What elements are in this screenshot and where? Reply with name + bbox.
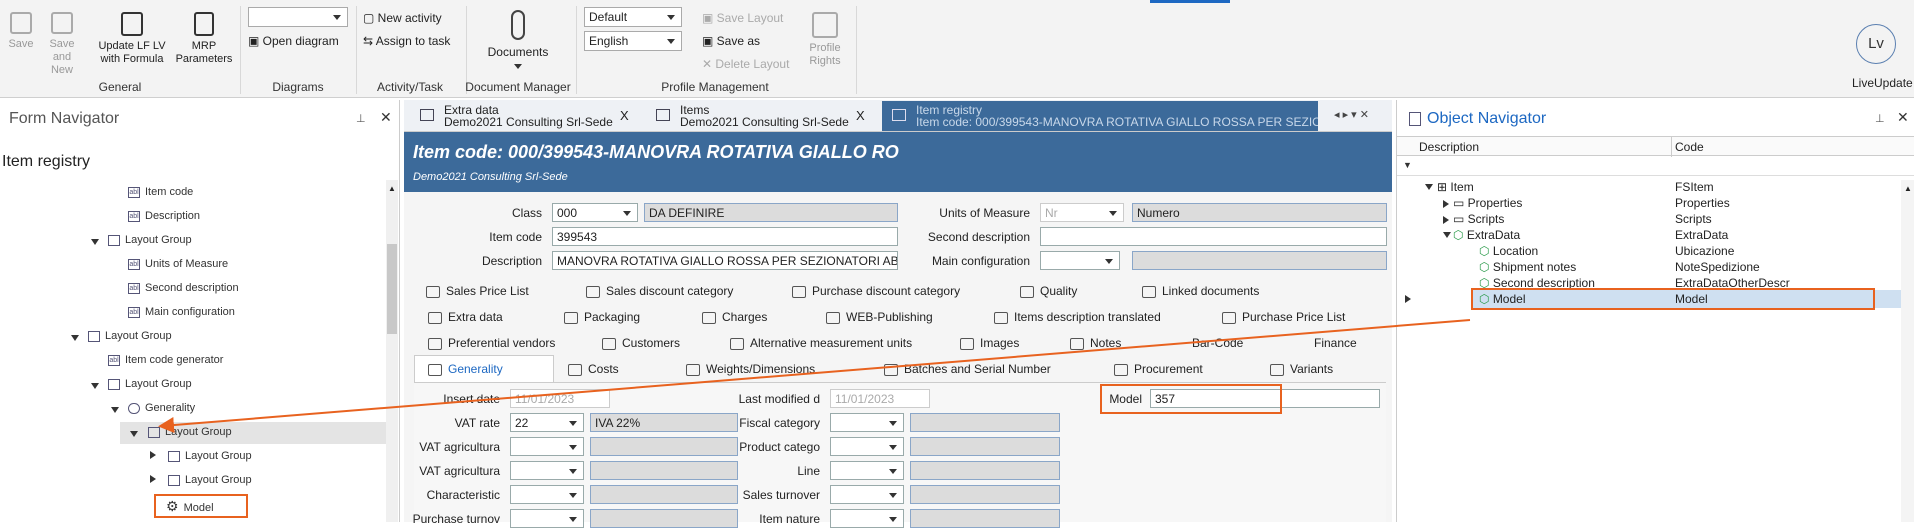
annotation-arrows xyxy=(158,319,1471,434)
arrow-line xyxy=(158,319,1471,434)
